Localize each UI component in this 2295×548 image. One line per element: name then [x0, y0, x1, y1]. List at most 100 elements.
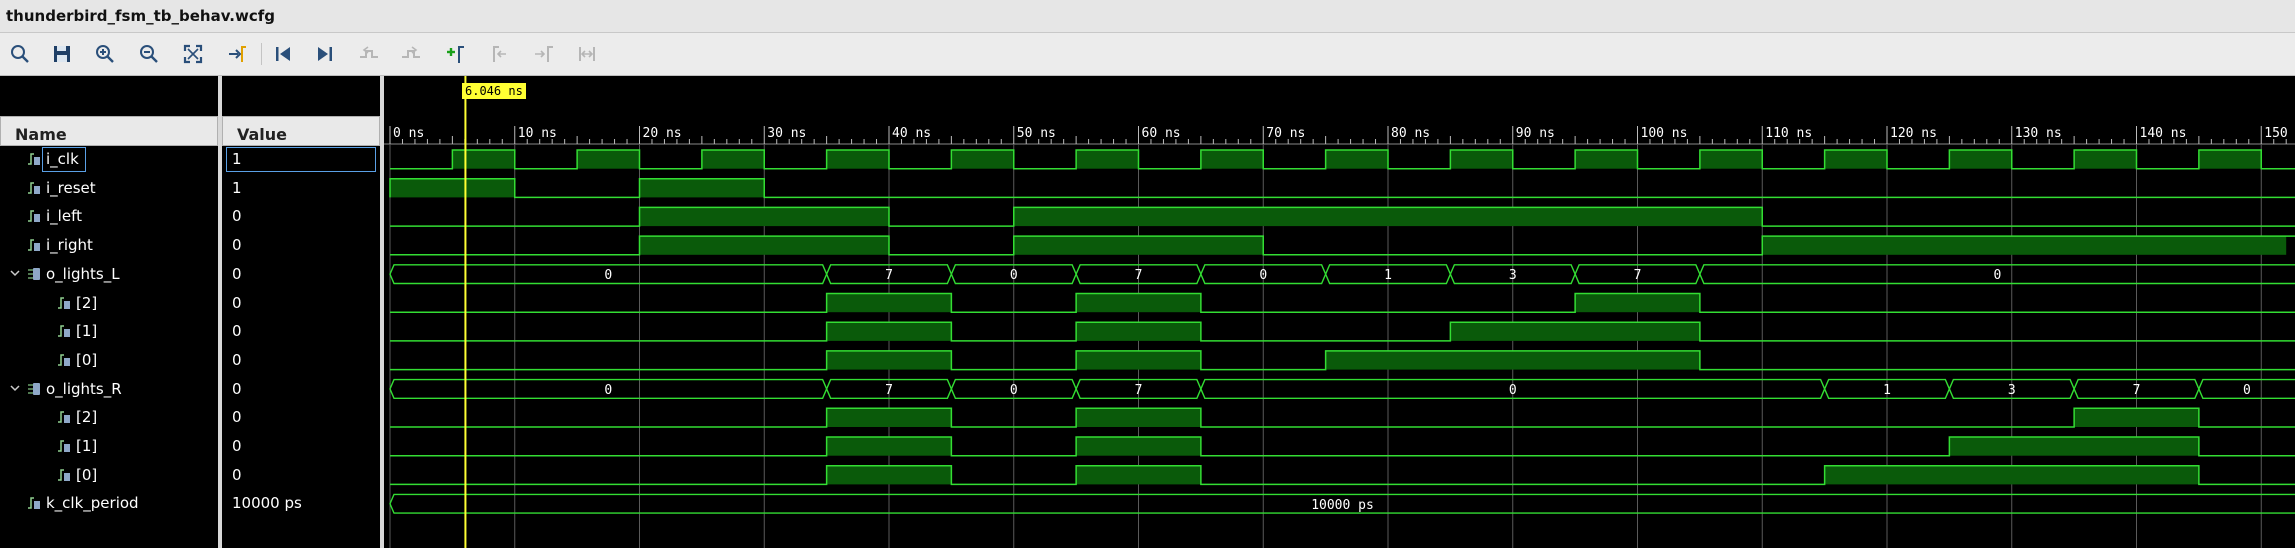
zoom-fit-icon [183, 44, 203, 64]
signal-row-i_left[interactable]: i_left [0, 203, 218, 231]
bus-value-label: 7 [2133, 383, 2141, 398]
signal-row-i_reset[interactable]: i_reset [0, 175, 218, 203]
bus-value-label: 10000 ps [1311, 498, 1374, 513]
previous-transition-icon [360, 46, 378, 58]
next-marker-button[interactable] [528, 39, 558, 69]
value-row[interactable]: 0 [222, 261, 380, 289]
search-button[interactable] [5, 39, 35, 69]
signal-row-bit1bit[interactable]: [1] [0, 433, 218, 461]
save-button[interactable] [47, 39, 77, 69]
value-row[interactable]: 1 [222, 146, 380, 174]
ruler-tick-label: 130 ns [2015, 126, 2062, 141]
signal-row-i_clk[interactable]: i_clk [0, 146, 218, 174]
chevron-down-icon[interactable] [10, 383, 20, 393]
name-column-header[interactable]: Name [0, 116, 218, 146]
bit-signal-icon [28, 153, 40, 165]
go-to-last-time-button[interactable] [310, 39, 340, 69]
signal-row-bit2bit[interactable]: [2] [0, 290, 218, 318]
ruler-tick-label: 0 ns [393, 126, 424, 141]
bit-signal-icon [58, 354, 70, 366]
bus-value-label: 1 [1384, 268, 1392, 283]
value-row[interactable]: 10000 ps [222, 490, 380, 518]
signal-value-panel: Value 1 1 0 0 0 0 0 0 0 0 0 0 10000 ps [222, 76, 380, 548]
wave-high-fill [1325, 350, 1700, 370]
value-row[interactable]: 0 [222, 404, 380, 432]
wave-high-fill [826, 322, 952, 341]
signal-row-bit0bit[interactable]: [0] [0, 347, 218, 375]
waveform-bit2bit [390, 292, 2295, 313]
ruler-tick-label: 110 ns [1765, 126, 1812, 141]
waveform-bit1bit [390, 321, 2295, 342]
ruler-tick-label: 90 ns [1516, 126, 1555, 141]
go-to-time-zero-button[interactable] [268, 39, 298, 69]
bus-value-label: 3 [2008, 383, 2016, 398]
signal-name: [2] [76, 408, 98, 427]
ruler-tick-label: 80 ns [1391, 126, 1430, 141]
next-transition-button[interactable] [396, 39, 426, 69]
signal-name: [0] [76, 465, 98, 484]
selected-value-box [226, 147, 376, 172]
signal-name: [0] [76, 350, 98, 369]
bus-signal-icon [28, 382, 40, 395]
wave-high-fill [826, 150, 889, 169]
wave-high-fill [1824, 150, 1887, 169]
signal-name: [1] [76, 437, 98, 455]
signal-name: o_lights_R [46, 379, 122, 398]
signal-name: k_clk_period [46, 494, 139, 513]
value-row[interactable]: 0 [222, 376, 380, 404]
signal-row-k_clk_period[interactable]: k_clk_period [0, 490, 218, 518]
go-to-cursor-button[interactable] [222, 39, 252, 69]
swap-cursors-icon [579, 47, 595, 61]
ruler-tick-label: 50 ns [1017, 126, 1056, 141]
signal-value: 0 [232, 207, 242, 226]
value-row[interactable]: 0 [222, 203, 380, 231]
add-marker-button[interactable] [440, 39, 470, 69]
signal-row-o_lights_L[interactable]: o_lights_L [0, 261, 218, 289]
zoom-in-button[interactable] [90, 39, 120, 69]
signal-name-panel: Name i_clk i_reset i_left i_right o_lights_L… [0, 76, 218, 548]
signal-row-bit0bit[interactable]: [0] [0, 462, 218, 490]
wave-high-fill [577, 150, 640, 169]
swap-cursors-button[interactable] [572, 39, 602, 69]
wave-high-fill [1824, 465, 2199, 485]
cursor-time-label[interactable]: 6.046 ns [462, 83, 526, 99]
signal-row-bit1bit[interactable]: [1] [0, 318, 218, 346]
value-row[interactable]: 0 [222, 347, 380, 375]
ruler-tick-label: 100 ns [1641, 126, 1688, 141]
wave-high-fill [1076, 408, 1201, 427]
zoom-out-icon [140, 45, 158, 63]
value-row[interactable]: 0 [222, 433, 380, 461]
wave-high-fill [1450, 322, 1700, 341]
value-row[interactable]: 0 [222, 232, 380, 260]
signal-row-o_lights_R[interactable]: o_lights_R [0, 376, 218, 404]
previous-marker-button[interactable] [484, 39, 514, 69]
wave-high-fill [1949, 150, 2012, 169]
wave-high-fill [452, 150, 515, 169]
selection-outline [42, 147, 86, 172]
wave-high-fill [1076, 322, 1201, 341]
zoom-fit-button[interactable] [178, 39, 208, 69]
wave-high-fill [1076, 350, 1201, 370]
wave-high-fill [1076, 150, 1139, 169]
wave-high-fill [390, 178, 515, 198]
chevron-down-icon[interactable] [10, 268, 20, 278]
bus-value-label: 7 [1135, 383, 1143, 398]
signal-value: 0 [232, 465, 242, 484]
signal-row-bit2bit[interactable]: [2] [0, 404, 218, 432]
wave-high-fill [826, 350, 952, 370]
signal-value: 0 [232, 293, 242, 312]
wave-high-fill [1575, 293, 1700, 313]
value-column-header[interactable]: Value [222, 116, 380, 146]
wave-high-fill [1575, 150, 1638, 169]
signal-row-i_right[interactable]: i_right [0, 232, 218, 260]
value-row[interactable]: 1 [222, 175, 380, 203]
zoom-out-button[interactable] [134, 39, 164, 69]
waveform-canvas[interactable]: 0 ns 10 ns 20 ns 30 ns 40 ns 50 ns 60 ns 70 ns 8… [384, 76, 2295, 548]
value-row[interactable]: 0 [222, 318, 380, 346]
value-row[interactable]: 0 [222, 290, 380, 318]
bus-value-label: 0 [1259, 268, 1267, 283]
previous-transition-button[interactable] [354, 39, 384, 69]
bus-value-label: 0 [1010, 383, 1018, 398]
value-row[interactable]: 0 [222, 462, 380, 490]
wave-high-fill [1762, 236, 2287, 255]
